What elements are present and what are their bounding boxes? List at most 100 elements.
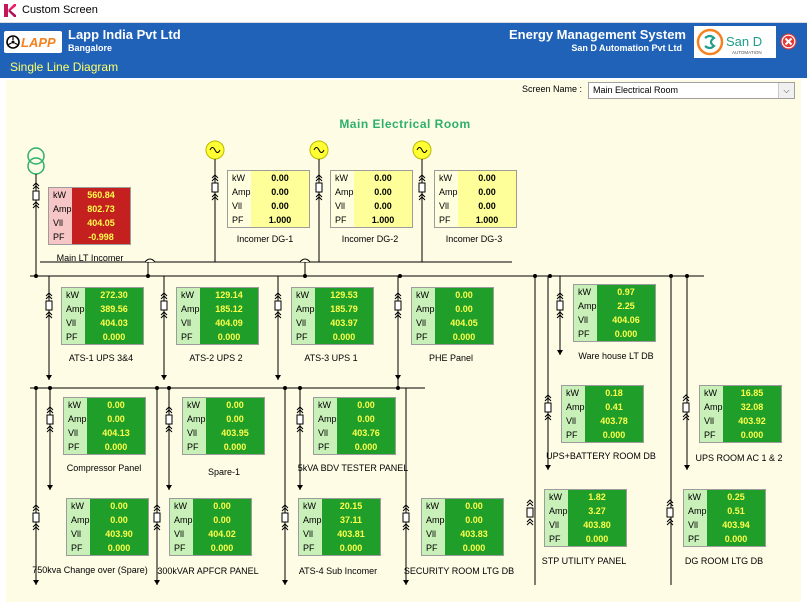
meter-value-amp: 0.00 — [455, 304, 473, 314]
meter-label-pf: PF — [331, 213, 354, 227]
feeder-name-spare-1: Spare-1 — [207, 467, 241, 477]
meter-panel-incomer-dg-3[interactable]: kW 0.00 Amp 0.00 Vll 0.00 PF 1.000 — [434, 170, 517, 228]
meter-label-kw: kW — [183, 398, 206, 412]
meter-panel-stp-utility-panel[interactable]: kW 1.82 Amp 3.27 Vll 403.80 PF 0.000 — [544, 489, 627, 547]
meter-panel-dg-room-ltg-db[interactable]: kW 0.25 Amp 0.51 Vll 403.94 PF 0.000 — [683, 489, 766, 547]
meter-row-kw: kW 560.84 — [49, 188, 130, 202]
feeder-name-ats-4-sub-incomer: ATS-4 Sub Incomer — [298, 566, 378, 576]
meter-value-vll: 404.09 — [215, 318, 243, 328]
meter-value-vll: 404.03 — [100, 318, 128, 328]
meter-panel-bdv-tester-panel[interactable]: kW 0.00 Amp 0.00 Vll 403.76 PF 0.000 — [313, 397, 396, 455]
meter-label-amp: Amp — [314, 412, 337, 426]
meter-value-amp: 0.00 — [374, 187, 392, 197]
meter-panel-incomer-dg-1[interactable]: kW 0.00 Amp 0.00 Vll 0.00 PF 1.000 — [227, 170, 310, 228]
feeder-name-ats-2-ups: ATS-2 UPS 2 — [189, 353, 243, 363]
meter-value-amp: 0.00 — [213, 515, 231, 525]
meter-value-kw: 129.53 — [330, 290, 358, 300]
meter-panel-compressor-panel[interactable]: kW 0.00 Amp 0.00 Vll 404.13 PF 0.000 — [63, 397, 146, 455]
feeder-name-incomer-dg-3: Incomer DG-3 — [445, 234, 503, 244]
meter-panel-warehouse-lt-db[interactable]: kW 0.97 Amp 2.25 Vll 404.06 PF 0.000 — [573, 284, 656, 342]
meter-panel-security-room-ltg-db[interactable]: kW 0.00 Amp 0.00 Vll 403.83 PF 0.000 — [421, 498, 504, 556]
meter-row-kw: kW 0.00 — [412, 288, 493, 302]
meter-label-amp: Amp — [62, 302, 85, 316]
meter-value-amp: 37.11 — [339, 515, 363, 525]
meter-row-pf: PF 1.000 — [331, 213, 412, 227]
meter-value-amp: 0.51 — [727, 506, 745, 516]
feeder-name-bdv-tester-panel: 5kVA BDV TESTER PANEL — [297, 463, 409, 473]
meter-label-pf: PF — [562, 428, 585, 442]
meter-row-pf: PF 0.000 — [545, 532, 626, 546]
meter-row-amp: Amp 32.08 — [700, 400, 781, 414]
meter-row-amp: Amp 0.00 — [412, 302, 493, 316]
meter-row-kw: kW 272.30 — [62, 288, 143, 302]
breaker-icon — [402, 512, 410, 523]
meter-row-vll: Vll 403.97 — [292, 316, 373, 330]
meter-row-vll: Vll 404.03 — [62, 316, 143, 330]
meter-label-vll: Vll — [299, 527, 322, 541]
meter-row-amp: Amp 37.11 — [299, 513, 380, 527]
meter-panel-spare-1[interactable]: kW 0.00 Amp 0.00 Vll 403.95 PF 0.000 — [182, 397, 265, 455]
meter-label-amp: Amp — [331, 185, 354, 199]
meter-row-kw: kW 0.97 — [574, 285, 655, 299]
feeder-name-ats-3-ups: ATS-3 UPS 1 — [304, 353, 358, 363]
meter-value-kw: 0.18 — [605, 388, 623, 398]
meter-panel-main-lt-incomer[interactable]: kW 560.84 Amp 802.73 Vll 404.05 PF -0.998 — [48, 187, 131, 245]
meter-value-vll: 403.92 — [738, 416, 766, 426]
meter-label-vll: Vll — [331, 199, 354, 213]
meter-row-kw: kW 0.00 — [331, 171, 412, 185]
meter-value-kw: 0.00 — [357, 400, 375, 410]
breaker-icon — [544, 402, 552, 413]
breaker-icon — [281, 512, 289, 523]
meter-row-amp: Amp 0.00 — [314, 412, 395, 426]
meter-row-vll: Vll 403.78 — [562, 414, 643, 428]
meter-value-vll: 403.76 — [352, 428, 380, 438]
meter-value-pf: 1.000 — [475, 215, 499, 225]
breaker-icon — [418, 182, 426, 193]
meter-row-vll: Vll 0.00 — [435, 199, 516, 213]
meter-panel-incomer-dg-2[interactable]: kW 0.00 Amp 0.00 Vll 0.00 PF 1.000 — [330, 170, 413, 228]
meter-label-kw: kW — [412, 288, 435, 302]
meter-label-pf: PF — [684, 532, 707, 546]
meter-row-pf: PF 0.000 — [62, 330, 143, 344]
feeder-name-security-room-ltg-db: SECURITY ROOM LTG DB — [403, 566, 515, 576]
meter-label-pf: PF — [299, 541, 322, 555]
meter-row-pf: PF 0.000 — [170, 541, 251, 555]
meter-value-vll: 403.83 — [460, 529, 488, 539]
meter-panel-ups-battery-room-db[interactable]: kW 0.18 Amp 0.41 Vll 403.78 PF 0.000 — [561, 385, 644, 443]
meter-panel-ups-room-ac[interactable]: kW 16.85 Amp 32.08 Vll 403.92 PF 0.000 — [699, 385, 782, 443]
meter-label-amp: Amp — [228, 185, 251, 199]
meter-value-kw: 16.85 — [740, 388, 764, 398]
meter-label-kw: kW — [177, 288, 200, 302]
meter-row-pf: PF 0.000 — [574, 327, 655, 341]
meter-panel-change-over-spare[interactable]: kW 0.00 Amp 0.00 Vll 403.90 PF 0.000 — [66, 498, 149, 556]
meter-value-pf: 0.000 — [354, 442, 378, 452]
meter-label-amp: Amp — [177, 302, 200, 316]
meter-value-kw: 0.00 — [455, 290, 473, 300]
meter-panel-ats-4-sub-incomer[interactable]: kW 20.15 Amp 37.11 Vll 403.81 PF 0.000 — [298, 498, 381, 556]
feeder-name-change-over-spare: 750kva Change over (Spare) — [32, 565, 148, 575]
meter-value-pf: 0.000 — [462, 543, 486, 553]
meter-panel-phe-panel[interactable]: kW 0.00 Amp 0.00 Vll 404.05 PF 0.000 — [411, 287, 494, 345]
meter-row-kw: kW 0.00 — [67, 499, 148, 513]
meter-panel-ats-2-ups[interactable]: kW 129.14 Amp 185.12 Vll 404.09 PF 0.000 — [176, 287, 259, 345]
meter-value-kw: 0.00 — [110, 501, 128, 511]
meter-row-pf: PF 0.000 — [684, 532, 765, 546]
meter-value-kw: 0.00 — [226, 400, 244, 410]
meter-label-vll: Vll — [228, 199, 251, 213]
breaker-icon — [165, 414, 173, 425]
meter-value-amp: 2.25 — [617, 301, 635, 311]
meter-row-amp: Amp 0.00 — [170, 513, 251, 527]
arrow-icon — [166, 485, 172, 490]
meter-panel-ats-3-ups[interactable]: kW 129.53 Amp 185.79 Vll 403.97 PF 0.000 — [291, 287, 374, 345]
meter-value-vll: 404.02 — [208, 529, 236, 539]
breaker-icon — [32, 190, 40, 201]
breaker-icon — [526, 518, 534, 526]
meter-panel-apfcr-panel[interactable]: kW 0.00 Amp 0.00 Vll 404.02 PF 0.000 — [169, 498, 252, 556]
wire-crossover — [299, 258, 311, 263]
meter-label-amp: Amp — [545, 504, 568, 518]
breaker-icon — [153, 512, 161, 523]
meter-value-vll: 0.00 — [374, 201, 392, 211]
meter-panel-ats-1-ups[interactable]: kW 272.30 Amp 389.56 Vll 404.03 PF 0.000 — [61, 287, 144, 345]
breaker-icon — [682, 402, 690, 413]
meter-row-pf: PF 0.000 — [183, 440, 264, 454]
